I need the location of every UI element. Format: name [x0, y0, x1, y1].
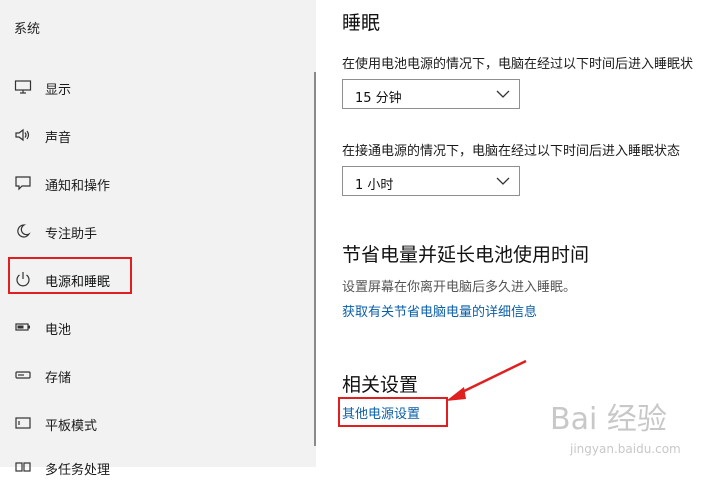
sidebar-item-display[interactable]: 显示	[0, 72, 316, 102]
save-power-info-link[interactable]: 获取有关节省电脑电量的详细信息	[342, 301, 537, 320]
sidebar-item-battery[interactable]: 电池	[0, 312, 316, 342]
sidebar-item-sound[interactable]: 声音	[0, 120, 316, 150]
power-icon	[16, 272, 30, 287]
save-power-description: 设置屏幕在你离开电脑后多久进入睡眠。	[342, 280, 577, 295]
battery-sleep-value: 15 分钟	[355, 91, 402, 106]
sidebar-item-storage[interactable]: 存储	[0, 360, 316, 390]
moon-icon	[17, 224, 31, 238]
plugged-sleep-dropdown[interactable]: 1 小时	[342, 166, 520, 196]
plugged-sleep-description: 在接通电源的情况下，电脑在经过以下时间后进入睡眠状态	[342, 144, 681, 159]
sleep-heading: 睡眠	[342, 12, 381, 34]
sidebar-item-tablet-mode[interactable]: 平板模式	[0, 408, 316, 438]
watermark-subtext: jingyan.baidu.com	[569, 442, 681, 456]
sidebar-item-focus-assist[interactable]: 专注助手	[0, 216, 316, 246]
notification-icon	[15, 176, 31, 191]
baidu-jingyan-watermark-icon: Bai 经验 jingyan.baidu.com	[550, 402, 681, 456]
main-content: 睡眠 在使用电池电源的情况下，电脑在经过以下时间后进入睡眠状 15 分钟 在接通…	[316, 0, 715, 467]
watermark-text: Bai 经验	[550, 402, 667, 437]
sidebar-item-label: 多任务处理	[45, 463, 111, 478]
sidebar-item-notifications[interactable]: 通知和操作	[0, 168, 316, 198]
multitask-icon	[15, 462, 31, 472]
battery-sleep-dropdown[interactable]: 15 分钟	[342, 79, 520, 109]
sidebar: 系统 显示 声音 通知和操作 专注助手 电源和睡眠 电池 存储 平板模式 多任务…	[0, 0, 316, 478]
red-arrow-annotation-icon	[446, 359, 527, 401]
sidebar-title: 系统	[14, 22, 41, 37]
sidebar-item-label: 通知和操作	[45, 179, 111, 194]
chevron-down-icon	[496, 90, 510, 98]
sidebar-item-multitasking[interactable]: 多任务处理	[0, 452, 316, 482]
speaker-icon	[15, 128, 30, 142]
sidebar-item-label: 平板模式	[45, 419, 98, 434]
sidebar-item-power-sleep[interactable]: 电源和睡眠	[0, 264, 316, 294]
chevron-down-icon	[496, 177, 510, 185]
sidebar-item-label: 声音	[45, 131, 72, 146]
save-power-heading: 节省电量并延长电池使用时间	[342, 244, 590, 266]
battery-sleep-description: 在使用电池电源的情况下，电脑在经过以下时间后进入睡眠状	[342, 57, 694, 72]
sidebar-item-label: 专注助手	[45, 227, 98, 242]
additional-power-settings-link[interactable]: 其他电源设置	[342, 403, 420, 422]
monitor-icon	[14, 80, 32, 94]
plugged-sleep-value: 1 小时	[355, 178, 394, 193]
sidebar-item-label: 存储	[45, 371, 72, 386]
related-settings-heading: 相关设置	[342, 374, 419, 396]
storage-icon	[15, 371, 31, 379]
sidebar-item-label: 电池	[45, 323, 72, 338]
sidebar-item-label: 显示	[45, 83, 72, 98]
battery-icon	[15, 323, 30, 331]
sidebar-item-label: 电源和睡眠	[45, 275, 111, 290]
tablet-icon	[15, 417, 31, 429]
